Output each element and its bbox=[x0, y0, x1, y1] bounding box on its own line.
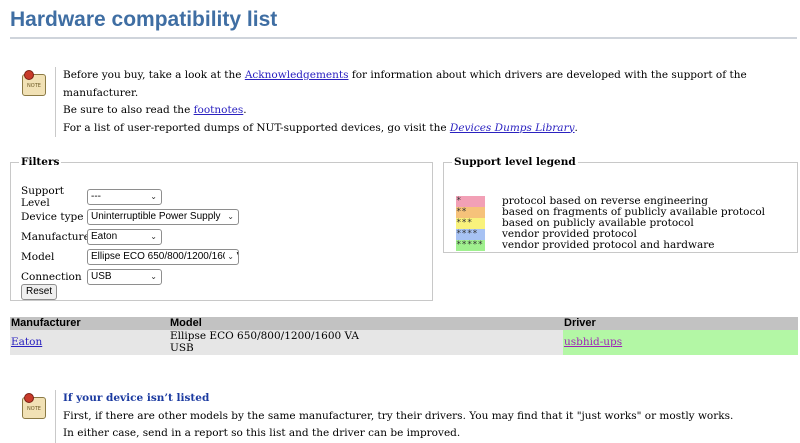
intro-note-line-1: Before you buy, take a look at the Ackno… bbox=[63, 69, 747, 99]
note-icon: NOTE bbox=[22, 393, 46, 419]
support-level-swatch: * bbox=[456, 196, 485, 207]
chevron-down-icon: ⌄ bbox=[150, 272, 157, 281]
title-divider bbox=[10, 37, 797, 39]
device-type-label: Device type bbox=[21, 211, 84, 223]
connection-select[interactable]: USB ⌄ bbox=[87, 269, 162, 285]
model-label: Model bbox=[21, 251, 55, 263]
bottom-note: If your device isn’t listed First, if th… bbox=[55, 390, 733, 443]
support-level-select[interactable]: --- ⌄ bbox=[87, 189, 162, 205]
connection-label: Connection bbox=[21, 271, 82, 283]
support-level-swatch: ***** bbox=[456, 240, 485, 251]
driver-column-header: Driver bbox=[563, 317, 798, 330]
device-type-select[interactable]: Uninterruptible Power Supply ⌄ bbox=[87, 209, 239, 225]
support-level-swatch: **** bbox=[456, 229, 485, 240]
table-row: Eaton Ellipse ECO 650/800/1200/1600 VA U… bbox=[10, 330, 798, 355]
manufacturer-label: Manufacturer bbox=[21, 231, 95, 243]
support-level-label: Support Level bbox=[21, 185, 64, 209]
chevron-down-icon: ⌄ bbox=[227, 212, 234, 221]
model-name: Ellipse ECO 650/800/1200/1600 VA bbox=[170, 330, 359, 342]
model-cell: Ellipse ECO 650/800/1200/1600 VA USB bbox=[169, 330, 563, 355]
intro-note-line-2: Be sure to also read the footnotes. bbox=[63, 104, 247, 116]
footnotes-link[interactable]: footnotes bbox=[194, 104, 244, 116]
support-legend-title: Support level legend bbox=[454, 156, 576, 168]
model-select[interactable]: Ellipse ECO 650/800/1200/1600 VA ⌄ bbox=[87, 249, 239, 265]
manufacturer-cell: Eaton bbox=[10, 330, 169, 355]
connection-type: USB bbox=[170, 341, 194, 354]
legend-item-text: vendor provided protocol and hardware bbox=[502, 239, 715, 251]
chevron-down-icon: ⌄ bbox=[150, 192, 157, 201]
support-level-row: Support Level --- ⌄ bbox=[21, 185, 162, 209]
bottom-note-title: If your device isn’t listed bbox=[63, 392, 210, 404]
bottom-note-line-1: First, if there are other models by the … bbox=[63, 409, 734, 422]
table-header-row: Manufacturer Model Driver bbox=[10, 317, 798, 330]
model-column-header: Model bbox=[169, 317, 563, 330]
driver-link[interactable]: usbhid-ups bbox=[564, 336, 622, 348]
legend-item: ***** vendor provided protocol and hardwa… bbox=[456, 240, 714, 251]
support-legend-panel: Support level legend * protocol based on … bbox=[443, 156, 798, 253]
results-table: Manufacturer Model Driver Eaton Ellipse … bbox=[10, 317, 798, 355]
driver-cell: usbhid-ups bbox=[563, 330, 798, 355]
manufacturer-column-header: Manufacturer bbox=[10, 317, 169, 330]
chevron-down-icon: ⌄ bbox=[150, 232, 157, 241]
reset-button[interactable]: Reset bbox=[21, 284, 58, 300]
model-row: Model Ellipse ECO 650/800/1200/1600 VA ⌄ bbox=[21, 248, 239, 266]
manufacturer-select[interactable]: Eaton ⌄ bbox=[87, 229, 162, 245]
device-type-row: Device type Uninterruptible Power Supply… bbox=[21, 208, 239, 226]
manufacturer-link[interactable]: Eaton bbox=[11, 336, 42, 348]
filters-panel: Filters Support Level --- ⌄ Device type U… bbox=[10, 156, 433, 301]
page-title: Hardware compatibility list bbox=[10, 8, 278, 31]
support-level-swatch: ** bbox=[456, 207, 485, 218]
intro-note-line-3: For a list of user-reported dumps of NUT… bbox=[63, 121, 578, 134]
support-level-swatch: *** bbox=[456, 218, 485, 229]
note-icon: NOTE bbox=[22, 70, 46, 96]
devices-dumps-library-link[interactable]: Devices Dumps Library bbox=[450, 122, 575, 134]
filters-legend: Filters bbox=[21, 156, 60, 168]
intro-note: Before you buy, take a look at the Ackno… bbox=[55, 67, 800, 137]
chevron-down-icon: ⌄ bbox=[225, 250, 234, 264]
manufacturer-row: Manufacturer Eaton ⌄ bbox=[21, 228, 162, 246]
acknowledgements-link[interactable]: Acknowledgements bbox=[245, 69, 349, 81]
